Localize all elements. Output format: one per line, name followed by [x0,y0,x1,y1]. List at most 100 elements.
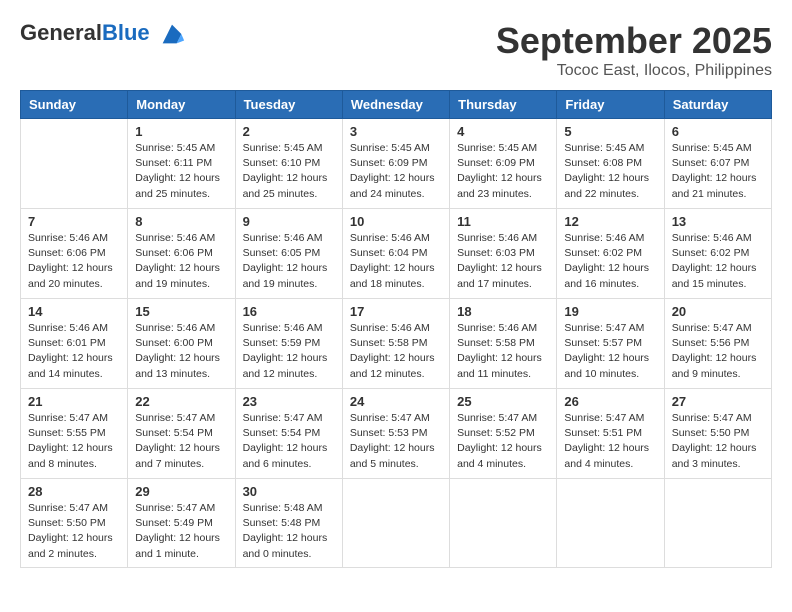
title-area: September 2025 Tococ East, Ilocos, Phili… [496,20,772,80]
calendar-cell: 3 Sunrise: 5:45 AMSunset: 6:09 PMDaylight… [342,119,449,209]
calendar-cell [450,479,557,568]
calendar-cell: 21Sunrise: 5:47 AMSunset: 5:55 PMDayligh… [21,389,128,479]
day-number: 17 [350,304,442,319]
calendar-cell: 4 Sunrise: 5:45 AMSunset: 6:09 PMDaylight… [450,119,557,209]
day-number: 5 [564,124,656,139]
day-number: 30 [243,484,335,499]
day-info: Sunrise: 5:47 AMSunset: 5:50 PMDaylight:… [28,501,120,562]
calendar-cell [342,479,449,568]
logo-icon [158,20,186,48]
calendar-cell: 7 Sunrise: 5:46 AMSunset: 6:06 PMDaylight… [21,209,128,299]
day-info: Sunrise: 5:47 AMSunset: 5:53 PMDaylight:… [350,411,442,472]
logo-text: GeneralBlue [20,20,186,48]
calendar-header-row: SundayMondayTuesdayWednesdayThursdayFrid… [21,91,772,119]
calendar-cell: 30 Sunrise: 5:48 AMSunset: 5:48 PMDayligh… [235,479,342,568]
day-number: 10 [350,214,442,229]
day-info: Sunrise: 5:46 AMSunset: 6:02 PMDaylight:… [564,231,656,292]
column-header-thursday: Thursday [450,91,557,119]
logo-blue: Blue [102,20,150,45]
day-info: Sunrise: 5:47 AMSunset: 5:54 PMDaylight:… [135,411,227,472]
calendar-cell: 22 Sunrise: 5:47 AMSunset: 5:54 PMDayligh… [128,389,235,479]
day-number: 18 [457,304,549,319]
calendar-cell: 17Sunrise: 5:46 AMSunset: 5:58 PMDayligh… [342,299,449,389]
calendar-cell: 16 Sunrise: 5:46 AMSunset: 5:59 PMDayligh… [235,299,342,389]
day-info: Sunrise: 5:47 AMSunset: 5:49 PMDaylight:… [135,501,227,562]
day-number: 2 [243,124,335,139]
day-number: 13 [672,214,764,229]
day-number: 16 [243,304,335,319]
month-title: September 2025 [496,20,772,62]
day-info: Sunrise: 5:46 AMSunset: 6:06 PMDaylight:… [28,231,120,292]
day-info: Sunrise: 5:46 AMSunset: 6:00 PMDaylight:… [135,321,227,382]
calendar-cell: 11 Sunrise: 5:46 AMSunset: 6:03 PMDayligh… [450,209,557,299]
logo-general: General [20,20,102,45]
column-header-sunday: Sunday [21,91,128,119]
day-number: 11 [457,214,549,229]
day-number: 8 [135,214,227,229]
day-number: 29 [135,484,227,499]
day-info: Sunrise: 5:47 AMSunset: 5:56 PMDaylight:… [672,321,764,382]
day-number: 25 [457,394,549,409]
calendar-cell: 15 Sunrise: 5:46 AMSunset: 6:00 PMDayligh… [128,299,235,389]
day-number: 14 [28,304,120,319]
day-info: Sunrise: 5:45 AMSunset: 6:11 PMDaylight:… [135,141,227,202]
day-info: Sunrise: 5:47 AMSunset: 5:52 PMDaylight:… [457,411,549,472]
calendar-cell: 10 Sunrise: 5:46 AMSunset: 6:04 PMDayligh… [342,209,449,299]
day-info: Sunrise: 5:45 AMSunset: 6:09 PMDaylight:… [350,141,442,202]
day-number: 26 [564,394,656,409]
day-info: Sunrise: 5:45 AMSunset: 6:09 PMDaylight:… [457,141,549,202]
day-number: 23 [243,394,335,409]
calendar-cell: 23 Sunrise: 5:47 AMSunset: 5:54 PMDayligh… [235,389,342,479]
week-row-2: 7 Sunrise: 5:46 AMSunset: 6:06 PMDaylight… [21,209,772,299]
day-number: 6 [672,124,764,139]
day-number: 20 [672,304,764,319]
day-number: 28 [28,484,120,499]
day-info: Sunrise: 5:46 AMSunset: 6:01 PMDaylight:… [28,321,120,382]
day-number: 1 [135,124,227,139]
day-number: 15 [135,304,227,319]
day-number: 19 [564,304,656,319]
day-info: Sunrise: 5:47 AMSunset: 5:54 PMDaylight:… [243,411,335,472]
day-info: Sunrise: 5:46 AMSunset: 6:04 PMDaylight:… [350,231,442,292]
column-header-monday: Monday [128,91,235,119]
calendar-cell: 2 Sunrise: 5:45 AMSunset: 6:10 PMDaylight… [235,119,342,209]
day-info: Sunrise: 5:45 AMSunset: 6:10 PMDaylight:… [243,141,335,202]
day-number: 4 [457,124,549,139]
week-row-1: 1 Sunrise: 5:45 AMSunset: 6:11 PMDaylight… [21,119,772,209]
day-number: 9 [243,214,335,229]
day-number: 12 [564,214,656,229]
calendar-cell: 5 Sunrise: 5:45 AMSunset: 6:08 PMDaylight… [557,119,664,209]
location-title: Tococ East, Ilocos, Philippines [496,62,772,80]
day-number: 24 [350,394,442,409]
calendar-cell [664,479,771,568]
page-header: GeneralBlue September 2025 Tococ East, I… [20,20,772,80]
day-info: Sunrise: 5:46 AMSunset: 5:59 PMDaylight:… [243,321,335,382]
day-number: 21 [28,394,120,409]
day-number: 22 [135,394,227,409]
calendar-cell [21,119,128,209]
day-info: Sunrise: 5:46 AMSunset: 6:05 PMDaylight:… [243,231,335,292]
day-info: Sunrise: 5:46 AMSunset: 5:58 PMDaylight:… [457,321,549,382]
day-info: Sunrise: 5:48 AMSunset: 5:48 PMDaylight:… [243,501,335,562]
calendar-cell: 12 Sunrise: 5:46 AMSunset: 6:02 PMDayligh… [557,209,664,299]
calendar-table: SundayMondayTuesdayWednesdayThursdayFrid… [20,90,772,568]
calendar-cell: 13 Sunrise: 5:46 AMSunset: 6:02 PMDayligh… [664,209,771,299]
calendar-cell: 26Sunrise: 5:47 AMSunset: 5:51 PMDayligh… [557,389,664,479]
day-info: Sunrise: 5:47 AMSunset: 5:57 PMDaylight:… [564,321,656,382]
calendar-cell: 24 Sunrise: 5:47 AMSunset: 5:53 PMDayligh… [342,389,449,479]
day-number: 27 [672,394,764,409]
week-row-4: 21Sunrise: 5:47 AMSunset: 5:55 PMDayligh… [21,389,772,479]
day-info: Sunrise: 5:45 AMSunset: 6:08 PMDaylight:… [564,141,656,202]
calendar-cell: 6Sunrise: 5:45 AMSunset: 6:07 PMDaylight… [664,119,771,209]
calendar-cell: 9 Sunrise: 5:46 AMSunset: 6:05 PMDaylight… [235,209,342,299]
column-header-saturday: Saturday [664,91,771,119]
day-number: 7 [28,214,120,229]
day-number: 3 [350,124,442,139]
calendar-cell: 25 Sunrise: 5:47 AMSunset: 5:52 PMDayligh… [450,389,557,479]
calendar-cell: 27Sunrise: 5:47 AMSunset: 5:50 PMDayligh… [664,389,771,479]
calendar-cell: 20 Sunrise: 5:47 AMSunset: 5:56 PMDayligh… [664,299,771,389]
day-info: Sunrise: 5:46 AMSunset: 6:06 PMDaylight:… [135,231,227,292]
day-info: Sunrise: 5:46 AMSunset: 6:03 PMDaylight:… [457,231,549,292]
day-info: Sunrise: 5:46 AMSunset: 6:02 PMDaylight:… [672,231,764,292]
week-row-5: 28 Sunrise: 5:47 AMSunset: 5:50 PMDayligh… [21,479,772,568]
